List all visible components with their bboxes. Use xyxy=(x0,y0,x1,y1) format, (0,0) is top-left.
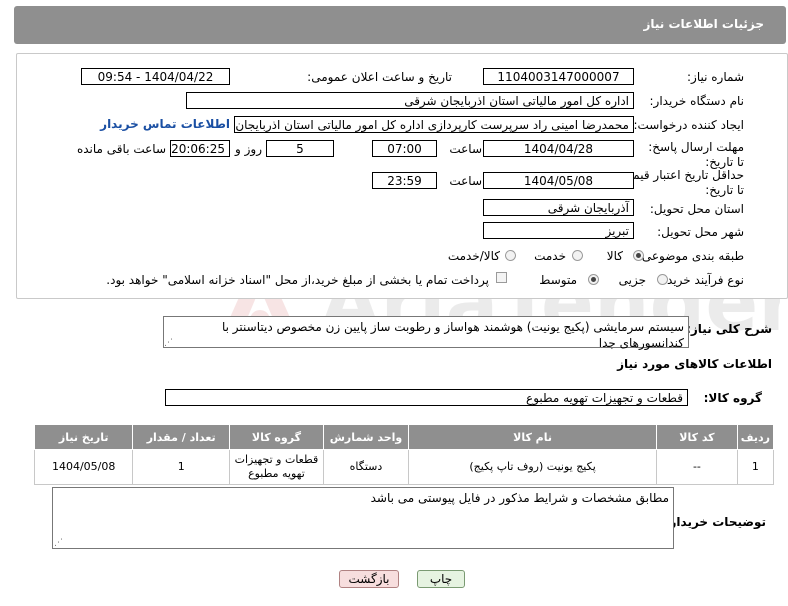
price-validity-date-field[interactable]: 1404/05/08 xyxy=(483,172,634,189)
col-name: نام کالا xyxy=(408,424,658,450)
goods-table-header: ردیف کد کالا نام کالا واحد شمارش گروه کا… xyxy=(33,424,775,450)
cell-name: پکیج یونیت (روف تاپ پکیج) xyxy=(408,449,658,485)
col-row: ردیف xyxy=(736,424,775,450)
price-validity-time-field[interactable]: 23:59 xyxy=(372,172,437,189)
summary-label: شرح کلی نیاز: xyxy=(686,322,772,336)
need-number-field[interactable]: 1104003147000007 xyxy=(483,68,634,85)
requester-field[interactable]: محمدرضا امینی راد سرپرست کارپردازی اداره… xyxy=(234,116,634,133)
category-option-service: خدمت xyxy=(534,249,566,263)
summary-text[interactable]: سیستم سرمایشی (پکیج یونیت) هوشمند هواساز… xyxy=(163,316,689,350)
cell-code: -- xyxy=(656,449,738,485)
goods-section-title: اطلاعات کالاهای مورد نیاز xyxy=(617,357,772,371)
category-option-goods: کالا xyxy=(606,249,623,263)
cell-quantity: 1 xyxy=(132,449,231,485)
process-option-medium: متوسط xyxy=(539,273,577,287)
back-button[interactable]: بازگشت xyxy=(339,570,399,588)
process-option-minor: جزیی xyxy=(618,273,646,287)
category-radio-goods-service[interactable] xyxy=(505,250,516,261)
buyer-notes-label: توضیحات خریدار: xyxy=(664,515,766,529)
delivery-city-field[interactable]: تبریز xyxy=(483,222,634,239)
delivery-province-label: استان محل تحویل: xyxy=(649,202,744,216)
time-remaining-field[interactable]: 20:06:25 xyxy=(170,140,230,157)
goods-group-label: گروه کالا: xyxy=(703,391,762,405)
cell-unit: دستگاه xyxy=(322,449,410,485)
category-option-goods-service: کالا/خدمت xyxy=(447,249,500,263)
goods-table: ردیف کد کالا نام کالا واحد شمارش گروه کا… xyxy=(33,424,775,485)
process-type-label: نوع فرآیند خرید : xyxy=(659,273,744,287)
deadline-time-field[interactable]: 07:00 xyxy=(372,140,437,157)
col-need-date: تاریخ نیاز xyxy=(33,424,134,450)
price-validity-time-label: ساعت xyxy=(449,174,482,188)
process-radio-medium[interactable] xyxy=(588,274,599,285)
page-title: جزئیات اطلاعات نیاز xyxy=(643,17,764,31)
time-remaining-label: ساعت باقی مانده xyxy=(76,142,166,156)
deadline-time-label: ساعت xyxy=(449,142,482,156)
page-header: جزئیات اطلاعات نیاز xyxy=(14,6,786,44)
buyer-contact-link[interactable]: اطلاعات تماس خریدار xyxy=(100,117,230,131)
days-remaining-field[interactable]: 5 xyxy=(266,140,334,157)
col-code: کد کالا xyxy=(656,424,738,450)
requester-label: ایجاد کننده درخواست: xyxy=(633,118,744,132)
col-group: گروه کالا xyxy=(229,424,324,450)
table-row: 1 -- پکیج یونیت (روف تاپ پکیج) دستگاه قط… xyxy=(33,449,775,485)
resize-handle-icon[interactable]: ⋰ xyxy=(164,338,173,348)
need-number-label: شماره نیاز: xyxy=(687,70,744,84)
deadline-label: مهلت ارسال پاسخ: تا تاریخ: xyxy=(648,140,744,169)
days-label: روز و xyxy=(235,142,262,156)
col-unit: واحد شمارش xyxy=(322,424,410,450)
delivery-province-field[interactable]: آذربایجان شرقی xyxy=(483,199,634,216)
buyer-notes-text[interactable]: مطابق مشخصات و شرایط مذکور در فایل پیوست… xyxy=(52,487,674,549)
resize-handle-icon[interactable]: ⋰ xyxy=(54,538,63,548)
treasury-payment-note: پرداخت تمام یا بخشی از مبلغ خرید،از محل … xyxy=(106,273,489,287)
process-radio-minor[interactable] xyxy=(657,274,668,285)
category-radio-service[interactable] xyxy=(572,250,583,261)
announce-date-label: تاریخ و ساعت اعلان عمومی: xyxy=(307,70,452,84)
buyer-org-field[interactable]: اداره کل امور مالیاتی استان اذربایجان شر… xyxy=(186,92,634,109)
category-label: طبقه بندی موضوعی: xyxy=(637,249,744,263)
cell-need-date: 1404/05/08 xyxy=(33,449,134,485)
print-button[interactable]: چاپ xyxy=(417,570,465,588)
delivery-city-label: شهر محل تحویل: xyxy=(657,225,744,239)
buyer-org-label: نام دستگاه خریدار: xyxy=(649,94,745,108)
category-radio-goods[interactable] xyxy=(633,250,644,261)
announce-date-field[interactable]: 1404/04/22 - 09:54 xyxy=(81,68,230,85)
col-quantity: تعداد / مقدار xyxy=(132,424,231,450)
treasury-payment-checkbox[interactable] xyxy=(496,272,507,283)
cell-row: 1 xyxy=(736,449,775,485)
deadline-date-field[interactable]: 1404/04/28 xyxy=(483,140,634,157)
cell-group: قطعات و تجهیزات تهویه مطبوع xyxy=(229,449,324,485)
goods-group-field[interactable]: قطعات و تجهیزات تهویه مطبوع xyxy=(165,389,688,406)
